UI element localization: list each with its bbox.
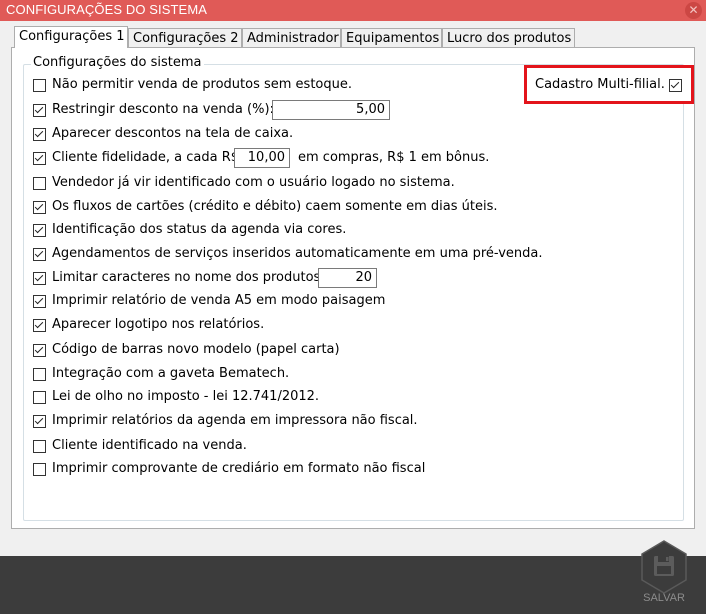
multi-filial-checkbox[interactable] (669, 79, 682, 92)
checkbox[interactable] (33, 344, 46, 357)
setting-label: Cliente fidelidade, a cada R$ (52, 150, 240, 165)
checkbox[interactable] (33, 440, 46, 453)
setting-label: Não permitir venda de produtos sem estoq… (52, 77, 352, 92)
checkbox[interactable] (33, 319, 46, 332)
checkbox[interactable] (33, 224, 46, 237)
setting-label: Aparecer logotipo nos relatórios. (52, 317, 265, 332)
tab-configuracoes-1[interactable]: Configurações 1 (14, 26, 128, 48)
checkbox[interactable] (33, 368, 46, 381)
setting-label: Aparecer descontos na tela de caixa. (52, 126, 294, 141)
loyalty-suffix-text: em compras, R$ 1 em bônus. (298, 150, 490, 165)
checkbox[interactable] (33, 79, 46, 92)
tab-equipamentos[interactable]: Equipamentos (341, 28, 442, 47)
setting-label: Imprimir comprovante de crediário em for… (52, 461, 426, 476)
checkbox[interactable] (33, 272, 46, 285)
checkbox[interactable] (33, 463, 46, 476)
save-button[interactable]: SALVAR (636, 539, 692, 609)
setting-label: Lei de olho no imposto - lei 12.741/2012… (52, 389, 320, 404)
setting-label: Vendedor já vir identificado com o usuár… (52, 175, 455, 190)
setting-label: Os fluxos de cartões (crédito e débito) … (52, 199, 498, 214)
checkbox[interactable] (33, 152, 46, 165)
discount-percent-input[interactable]: 5,00 (272, 100, 390, 120)
window-title: CONFIGURAÇÕES DO SISTEMA (6, 2, 208, 17)
setting-label: Imprimir relatório de venda A5 em modo p… (52, 293, 386, 308)
title-bar: CONFIGURAÇÕES DO SISTEMA ✕ (0, 0, 706, 21)
checkbox[interactable] (33, 295, 46, 308)
tab-configuracoes-2[interactable]: Configurações 2 (128, 28, 242, 47)
tab-administrador[interactable]: Administrador (242, 28, 341, 47)
loyalty-amount-input[interactable]: 10,00 (234, 148, 290, 168)
checkbox[interactable] (33, 415, 46, 428)
floppy-disk-icon (641, 540, 687, 594)
char-limit-input[interactable]: 20 (318, 268, 377, 288)
checkbox[interactable] (33, 104, 46, 117)
setting-label: Cliente identificado na venda. (52, 438, 247, 453)
setting-label: Imprimir relatórios da agenda em impress… (52, 413, 418, 428)
multi-filial-option[interactable]: Cadastro Multi-filial. (524, 65, 694, 104)
close-icon[interactable]: ✕ (685, 2, 702, 19)
save-label: SALVAR (643, 592, 685, 604)
checkbox[interactable] (33, 391, 46, 404)
tab-lucro-dos-produtos[interactable]: Lucro dos produtos (442, 28, 575, 47)
group-title: Configurações do sistema (31, 55, 204, 70)
footer-bar (0, 556, 706, 614)
setting-label: Restringir desconto na venda (%): (52, 102, 274, 117)
checkbox[interactable] (33, 248, 46, 261)
checkbox[interactable] (33, 177, 46, 190)
setting-label: Identificação dos status da agenda via c… (52, 222, 347, 237)
setting-label: Código de barras novo modelo (papel cart… (52, 342, 340, 357)
setting-label: Limitar caracteres no nome dos produtos: (52, 270, 325, 285)
setting-label: Integração com a gaveta Bematech. (52, 366, 290, 381)
multi-filial-label: Cadastro Multi-filial. (535, 77, 665, 92)
checkbox[interactable] (33, 201, 46, 214)
setting-label: Agendamentos de serviços inseridos autom… (52, 246, 543, 261)
checkbox[interactable] (33, 128, 46, 141)
